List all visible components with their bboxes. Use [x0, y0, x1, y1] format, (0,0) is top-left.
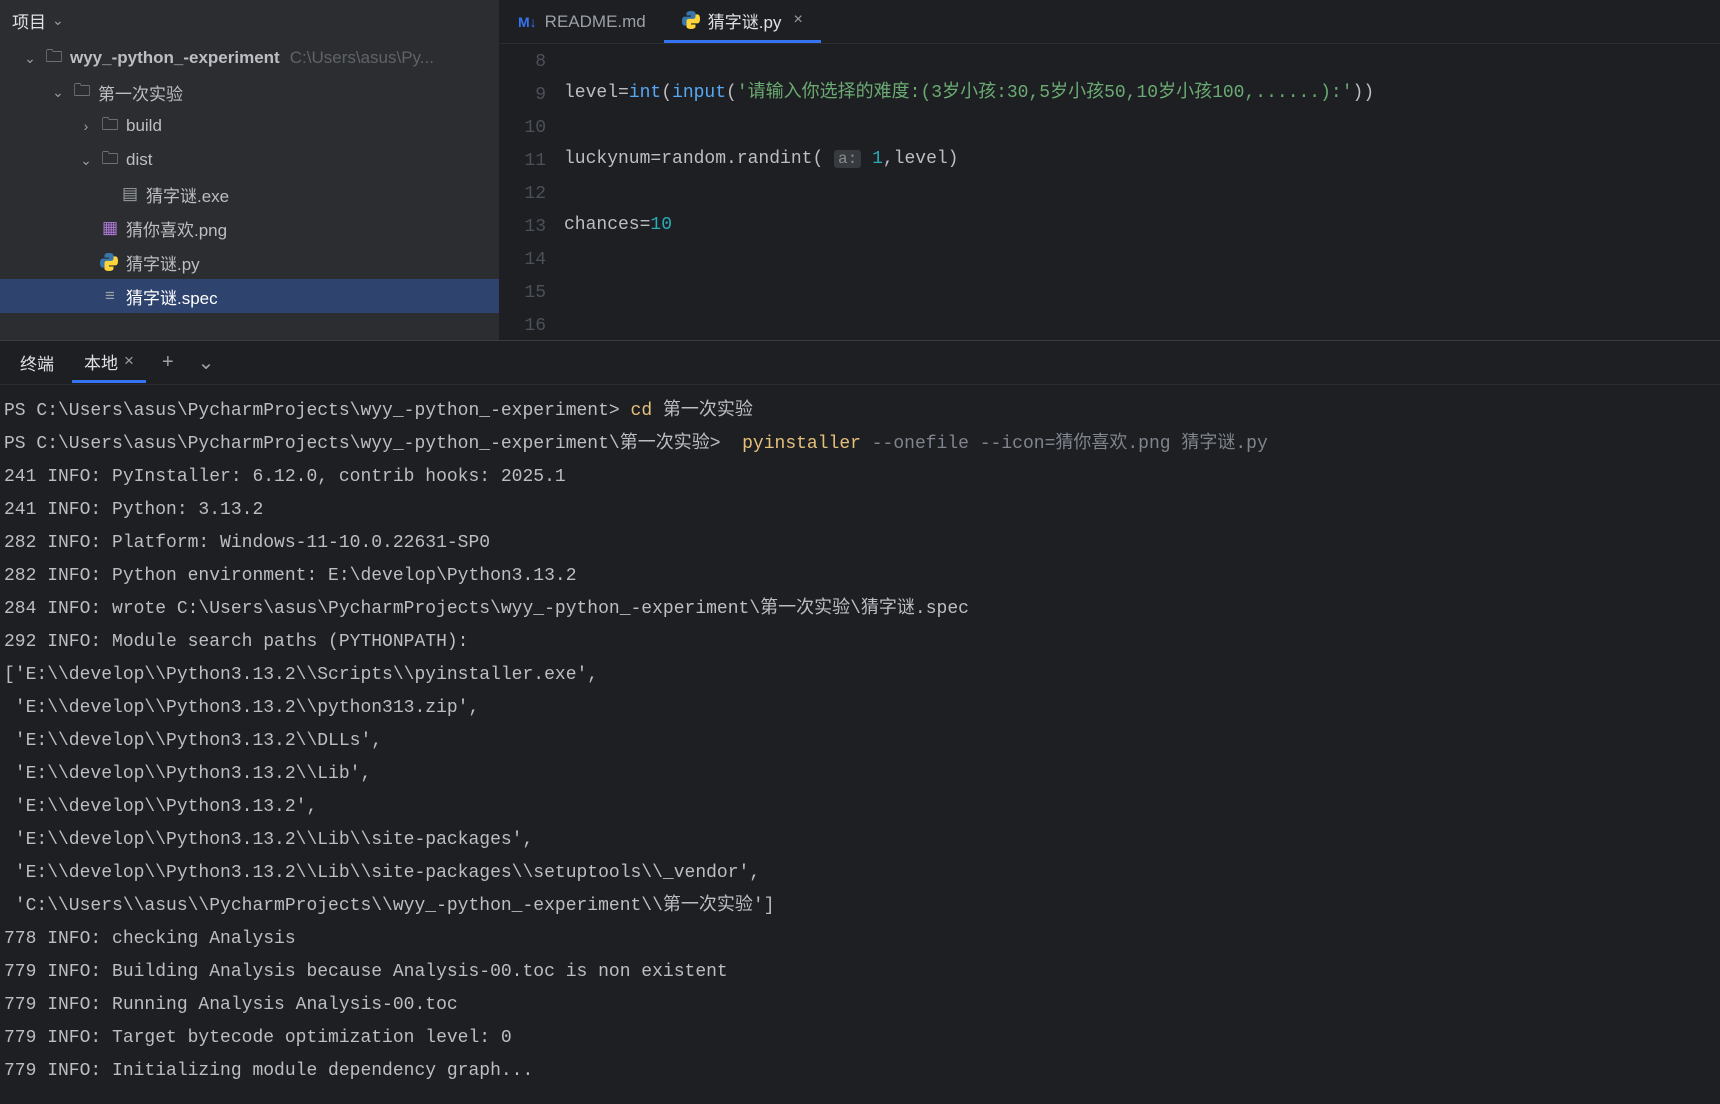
markdown-icon: M↓ [518, 14, 537, 30]
terminal-tabs: 终端 本地 × + ⌄ [0, 341, 1720, 385]
tree-folder-experiment1[interactable]: ⌄ 🗀 第一次实验 [0, 75, 499, 109]
tree-item-label: 第一次实验 [98, 80, 183, 105]
editor-tabs: M↓ README.md 猜字谜.py × [500, 0, 1720, 44]
tab-label: 猜字谜.py [708, 8, 782, 33]
tree-root[interactable]: ⌄ 🗀 wyy_-python_-experiment C:\Users\asu… [0, 41, 499, 75]
tree-item-label: 猜字谜.py [126, 250, 200, 275]
sidebar-header[interactable]: 项目 ⌄ [0, 0, 499, 41]
add-terminal-button[interactable]: + [154, 351, 182, 374]
folder-icon: 🗀 [100, 112, 120, 141]
chevron-right-icon: › [78, 118, 94, 134]
project-sidebar: 项目 ⌄ ⌄ 🗀 wyy_-python_-experiment C:\User… [0, 0, 500, 340]
terminal-panel: 终端 本地 × + ⌄ PS C:\Users\asus\PycharmProj… [0, 340, 1720, 1104]
close-icon[interactable]: × [793, 11, 802, 29]
chevron-down-icon[interactable]: ⌄ [190, 350, 223, 375]
folder-icon: 🗀 [100, 146, 120, 175]
tab-label: README.md [545, 12, 646, 32]
binary-icon: ▤ [120, 184, 140, 204]
project-title: 项目 [12, 8, 46, 33]
close-icon[interactable]: × [124, 351, 134, 371]
root-path: C:\Users\asus\Py... [290, 48, 434, 68]
terminal-tab-label: 本地 [84, 349, 118, 374]
tab-guess-py[interactable]: 猜字谜.py × [664, 0, 821, 43]
tree-item-label: build [126, 116, 162, 136]
terminal-title: 终端 [10, 350, 64, 375]
root-name: wyy_-python_-experiment [70, 48, 280, 68]
terminal-output[interactable]: PS C:\Users\asus\PycharmProjects\wyy_-py… [0, 385, 1720, 1098]
editor-area: M↓ README.md 猜字谜.py × 8 9 10 11 12 13 14… [500, 0, 1720, 340]
line-gutter: 8 9 10 11 12 13 14 15 16 [500, 44, 564, 340]
tree-item-label: 猜字谜.exe [146, 182, 229, 207]
tree-file-exe[interactable]: ▤ 猜字谜.exe [0, 177, 499, 211]
tree-item-label: dist [126, 150, 152, 170]
chevron-down-icon: ⌄ [50, 84, 66, 101]
project-tree: ⌄ 🗀 wyy_-python_-experiment C:\Users\asu… [0, 41, 499, 313]
folder-icon: 🗀 [44, 44, 64, 73]
file-icon: ≡ [100, 286, 120, 306]
tab-readme[interactable]: M↓ README.md [500, 0, 664, 43]
tree-folder-build[interactable]: › 🗀 build [0, 109, 499, 143]
tree-item-label: 猜字谜.spec [126, 284, 218, 309]
tree-file-py[interactable]: 猜字谜.py [0, 245, 499, 279]
tree-file-spec[interactable]: ≡ 猜字谜.spec [0, 279, 499, 313]
python-icon [100, 253, 120, 271]
code-editor[interactable]: 8 9 10 11 12 13 14 15 16 level=int(input… [500, 44, 1720, 340]
code-body[interactable]: level=int(input('请输入你选择的难度:(3岁小孩:30,5岁小孩… [564, 44, 1720, 340]
chevron-down-icon: ⌄ [22, 50, 38, 67]
python-icon [682, 11, 700, 29]
tree-folder-dist[interactable]: ⌄ 🗀 dist [0, 143, 499, 177]
chevron-down-icon: ⌄ [52, 12, 64, 29]
tree-item-label: 猜你喜欢.png [126, 216, 227, 241]
image-icon: ▦ [100, 218, 120, 238]
terminal-tab-local[interactable]: 本地 × [72, 343, 146, 383]
folder-icon: 🗀 [72, 78, 92, 107]
chevron-down-icon: ⌄ [78, 152, 94, 169]
tree-file-png[interactable]: ▦ 猜你喜欢.png [0, 211, 499, 245]
